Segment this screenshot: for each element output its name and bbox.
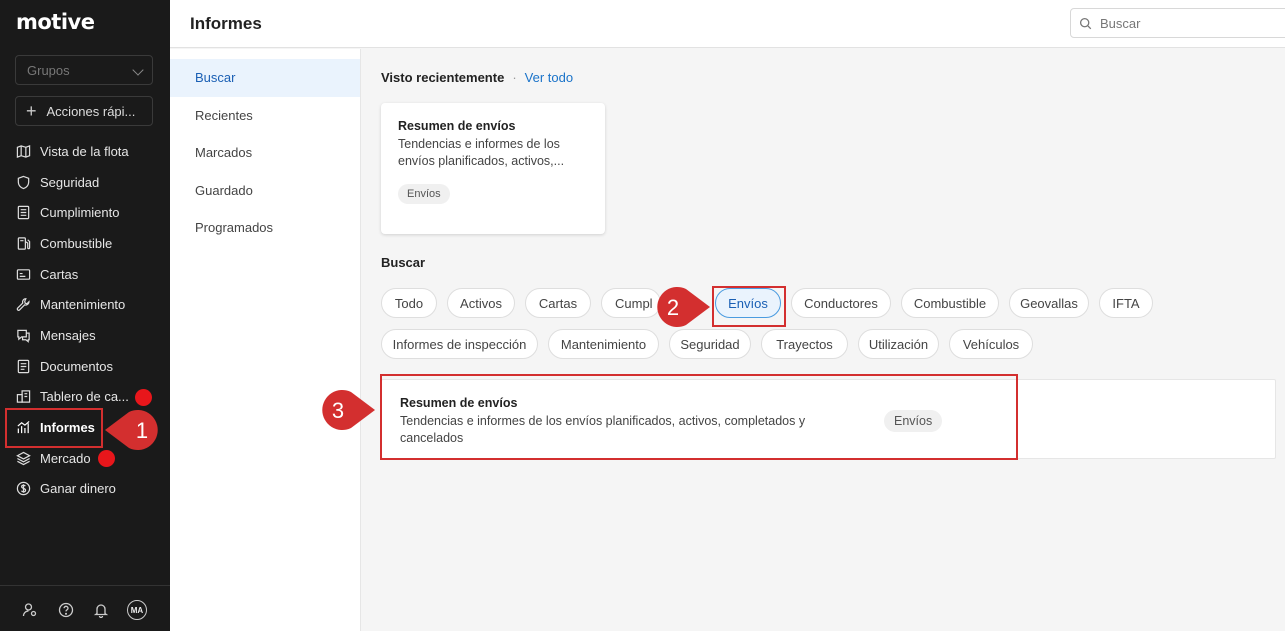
filter-chip-cards[interactable]: Cartas (525, 288, 591, 318)
step-marker-1: 1 (105, 410, 158, 450)
sidebar-item-label: Combustible (40, 235, 113, 251)
sidebar: motive Grupos + Acciones rápi... Vista d… (0, 0, 170, 631)
subnav-item-scheduled[interactable]: Programados (170, 209, 360, 247)
sidebar-item-safety[interactable]: Seguridad (0, 167, 170, 198)
sidebar-item-label: Seguridad (40, 174, 100, 190)
sidebar-item-label: Ganar dinero (40, 481, 116, 497)
subnav-item-recent[interactable]: Recientes (170, 97, 360, 135)
filter-chip-fuel[interactable]: Combustible (901, 288, 999, 318)
highlight-box-reports (5, 408, 103, 448)
wrench-icon (16, 298, 30, 312)
fuel-icon (17, 237, 31, 250)
step-number: 3 (332, 398, 344, 423)
help-icon[interactable] (58, 602, 74, 618)
card-title: Resumen de envíos (398, 119, 516, 133)
recently-viewed-title: Visto recientemente (381, 70, 505, 85)
sidebar-item-label: Cumplimiento (40, 205, 120, 221)
layers-icon (16, 451, 31, 466)
chevron-down-icon (132, 64, 144, 76)
sidebar-item-messages[interactable]: Mensajes (0, 320, 170, 351)
filter-chip-vehicles[interactable]: Vehículos (949, 329, 1033, 359)
sidebar-item-label: Mantenimiento (40, 297, 126, 313)
sidebar-item-label: Tablero de ca... (40, 389, 129, 405)
page-title: Informes (190, 14, 262, 33)
filter-chip-utilization[interactable]: Utilización (858, 329, 939, 359)
document-icon (17, 206, 30, 220)
step-number: 1 (136, 418, 148, 443)
sidebar-item-documents[interactable]: Documentos (0, 351, 170, 382)
sidebar-item-label: Cartas (40, 266, 79, 282)
board-icon (16, 390, 31, 404)
search-input[interactable] (1100, 15, 1250, 31)
filter-chip-assets[interactable]: Activos (447, 288, 515, 318)
plus-icon: + (26, 101, 37, 121)
view-all-link[interactable]: Ver todo (525, 70, 573, 85)
sidebar-item-label: Vista de la flota (40, 143, 129, 159)
reports-subnav: Buscar Recientes Marcados Guardado Progr… (170, 49, 361, 631)
sidebar-item-earn-money[interactable]: Ganar dinero (0, 474, 170, 505)
quick-actions-button[interactable]: + Acciones rápi... (15, 96, 153, 126)
card-icon (16, 268, 31, 280)
subnav-item-bookmarked[interactable]: Marcados (170, 134, 360, 172)
recently-viewed-header: Visto recientemente · Ver todo (381, 70, 573, 85)
bell-icon[interactable] (93, 602, 109, 618)
subnav-item-search[interactable]: Buscar (170, 59, 360, 97)
step-number: 2 (667, 295, 679, 320)
filter-chip-drivers[interactable]: Conductores (791, 288, 891, 318)
sidebar-item-maintenance[interactable]: Mantenimiento (0, 289, 170, 320)
recent-report-card[interactable]: Resumen de envíos Tendencias e informes … (381, 103, 605, 234)
groups-select-value: Grupos (27, 63, 70, 78)
step-marker-2: 2 (657, 287, 710, 327)
card-description: Tendencias e informes de los envíos plan… (398, 137, 565, 168)
motive-logo[interactable]: motive (16, 10, 95, 34)
filter-chip-maintenance[interactable]: Mantenimiento (548, 329, 659, 359)
top-header: Informes (170, 0, 1285, 48)
sidebar-footer: MA (0, 585, 170, 631)
sidebar-item-label: Mensajes (40, 327, 96, 343)
sidebar-item-cards[interactable]: Cartas (0, 259, 170, 290)
messages-icon (17, 329, 30, 343)
sidebar-item-fuel[interactable]: Combustible (0, 228, 170, 259)
filter-chip-geofences[interactable]: Geovallas (1009, 288, 1089, 318)
search-section-title: Buscar (381, 255, 426, 270)
sidebar-item-compliance[interactable]: Cumplimiento (0, 197, 170, 228)
user-settings-icon[interactable] (22, 602, 38, 618)
avatar[interactable]: MA (127, 600, 147, 620)
step-marker-3: 3 (322, 390, 375, 430)
category-tag: Envíos (398, 184, 450, 204)
dollar-icon (16, 482, 31, 496)
map-icon (16, 144, 31, 158)
highlight-box-result (380, 374, 1018, 460)
search-box[interactable] (1070, 8, 1285, 38)
search-icon (1079, 17, 1092, 29)
filter-chip-trips[interactable]: Trayectos (761, 329, 848, 359)
groups-select[interactable]: Grupos (15, 55, 153, 85)
highlight-box-dispatches-chip (712, 286, 786, 327)
sidebar-item-label: Mercado (40, 450, 91, 466)
separator-dot: · (512, 70, 517, 85)
filter-chip-safety[interactable]: Seguridad (669, 329, 751, 359)
subnav-item-saved[interactable]: Guardado (170, 172, 360, 210)
documents-icon (17, 359, 30, 373)
filter-chip-ifta[interactable]: IFTA (1099, 288, 1153, 318)
filter-chip-inspection-reports[interactable]: Informes de inspección (381, 329, 538, 359)
sidebar-item-label: Documentos (40, 358, 113, 374)
sidebar-item-fleet-view[interactable]: Vista de la flota (0, 136, 170, 167)
shield-icon (17, 175, 30, 189)
notification-badge (98, 449, 115, 467)
filter-chip-all[interactable]: Todo (381, 288, 437, 318)
notification-badge (135, 388, 152, 406)
main-content: Visto recientemente · Ver todo Resumen de … (361, 49, 1285, 631)
quick-actions-label: Acciones rápi... (46, 103, 136, 119)
